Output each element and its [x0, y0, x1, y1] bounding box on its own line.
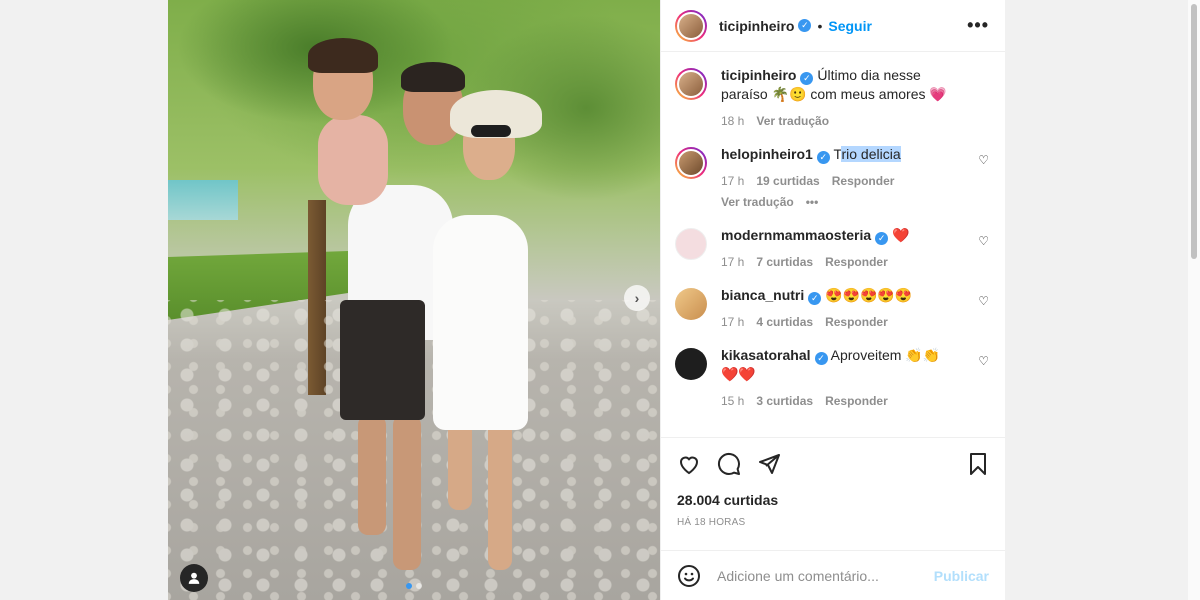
figure-part	[488, 420, 512, 570]
chevron-right-icon: ›	[634, 290, 640, 306]
bookmark-icon[interactable]	[967, 452, 989, 476]
caption-avatar[interactable]	[675, 68, 707, 100]
comment-item: helopinheiro1 ✓ Trio delicia 17 h 19 curt…	[675, 145, 989, 212]
comment-username[interactable]: bianca_nutri	[721, 287, 804, 303]
publish-button[interactable]: Publicar	[934, 568, 989, 584]
comment-options-icon[interactable]: •••	[806, 193, 819, 212]
verified-badge-icon: ✓	[800, 72, 814, 85]
follow-button[interactable]: Seguir	[828, 18, 872, 34]
comment-text: 😍😍😍😍😍	[825, 287, 913, 303]
caption-username[interactable]: ticipinheiro	[721, 67, 796, 83]
emoji-icon[interactable]	[677, 564, 701, 588]
comment-avatar[interactable]	[675, 147, 707, 179]
caption-time: 18 h	[721, 114, 745, 128]
comment-text: ❤️	[892, 227, 910, 243]
comment-text-selected: rio delicia	[841, 146, 901, 162]
scrollbar-thumb[interactable]	[1191, 4, 1197, 259]
post-photo[interactable]: ›	[168, 0, 660, 600]
likes-count[interactable]: 28.004 curtidas	[677, 492, 989, 508]
like-comment-heart-icon[interactable]: ♡	[978, 294, 989, 308]
comment-item: kikasatorahal ✓ Aproveitem 👏👏 ❤️❤️ 15 h 3…	[675, 346, 989, 411]
share-paper-plane-icon[interactable]	[757, 452, 781, 476]
figure-part	[448, 420, 472, 510]
carousel-dots	[406, 583, 422, 589]
post-actions: 28.004 curtidas HÁ 18 HORAS	[661, 437, 1005, 550]
author-avatar[interactable]	[675, 9, 707, 42]
post-modal: › ticipinheiro ✓ • Seguir ••• ticipinhei…	[168, 0, 1005, 600]
comment-username[interactable]: kikasatorahal	[721, 347, 811, 363]
verified-badge-icon: ✓	[816, 151, 830, 164]
translate-link[interactable]: Ver tradução	[721, 193, 794, 212]
comment-likes-link[interactable]: 19 curtidas	[756, 172, 819, 191]
reply-button[interactable]: Responder	[825, 253, 888, 272]
figure-part	[393, 415, 421, 570]
verified-badge-icon: ✓	[814, 352, 828, 365]
comment-text: Trio delicia	[833, 146, 901, 162]
comment-item: bianca_nutri ✓ 😍😍😍😍😍 17 h 4 curtidas Resp…	[675, 286, 989, 332]
pool-background	[168, 180, 238, 220]
comment-likes-link[interactable]: 4 curtidas	[756, 313, 813, 332]
comment-username[interactable]: helopinheiro1	[721, 146, 813, 162]
like-comment-heart-icon[interactable]: ♡	[978, 234, 989, 248]
caption: ticipinheiro ✓ Último dia nesse paraíso 🌴…	[675, 66, 989, 131]
figure-part	[401, 62, 465, 92]
comment-avatar[interactable]	[675, 288, 707, 320]
page-scrollbar[interactable]	[1188, 0, 1200, 600]
figure-part	[471, 125, 511, 137]
comment-username[interactable]: modernmammaosteria	[721, 227, 871, 243]
more-options-icon[interactable]: •••	[967, 15, 989, 36]
add-comment-bar: Adicione um comentário... Publicar	[661, 550, 1005, 600]
verified-badge-icon: ✓	[798, 19, 812, 32]
figure-part	[308, 38, 378, 73]
figure-part	[433, 215, 528, 430]
comments-list[interactable]: ticipinheiro ✓ Último dia nesse paraíso 🌴…	[661, 52, 1005, 437]
author-username[interactable]: ticipinheiro	[719, 18, 794, 34]
like-comment-heart-icon[interactable]: ♡	[978, 153, 989, 167]
verified-badge-icon: ✓	[808, 292, 822, 305]
comment-time: 17 h	[721, 315, 745, 329]
post-header: ticipinheiro ✓ • Seguir •••	[661, 0, 1005, 52]
reply-button[interactable]: Responder	[832, 172, 895, 191]
comment-time: 17 h	[721, 255, 745, 269]
comment-likes-link[interactable]: 3 curtidas	[756, 392, 813, 411]
figure-part	[340, 300, 425, 420]
carousel-dot	[406, 583, 412, 589]
comment-bubble-icon[interactable]	[717, 452, 741, 476]
separator-dot: •	[817, 17, 823, 34]
comment-input[interactable]: Adicione um comentário...	[717, 568, 934, 584]
like-heart-icon[interactable]	[677, 452, 701, 476]
tagged-users-button[interactable]	[180, 564, 208, 592]
user-icon	[188, 572, 200, 584]
reply-button[interactable]: Responder	[825, 392, 888, 411]
figure-part	[358, 415, 386, 535]
next-photo-button[interactable]: ›	[624, 285, 650, 311]
figure-part	[318, 115, 388, 205]
reply-button[interactable]: Responder	[825, 313, 888, 332]
comment-likes-link[interactable]: 7 curtidas	[756, 253, 813, 272]
post-side-panel: ticipinheiro ✓ • Seguir ••• ticipinheiro…	[660, 0, 1005, 600]
post-timestamp: HÁ 18 HORAS	[677, 517, 746, 528]
comment-time: 15 h	[721, 394, 745, 408]
like-comment-heart-icon[interactable]: ♡	[978, 354, 989, 368]
comment-item: modernmammaosteria ✓ ❤️ 17 h 7 curtidas R…	[675, 226, 989, 272]
carousel-dot	[416, 583, 422, 589]
comment-avatar[interactable]	[675, 348, 707, 380]
translate-link[interactable]: Ver tradução	[756, 112, 829, 131]
comment-time: 17 h	[721, 174, 745, 188]
verified-badge-icon: ✓	[875, 232, 889, 245]
comment-avatar[interactable]	[675, 228, 707, 260]
